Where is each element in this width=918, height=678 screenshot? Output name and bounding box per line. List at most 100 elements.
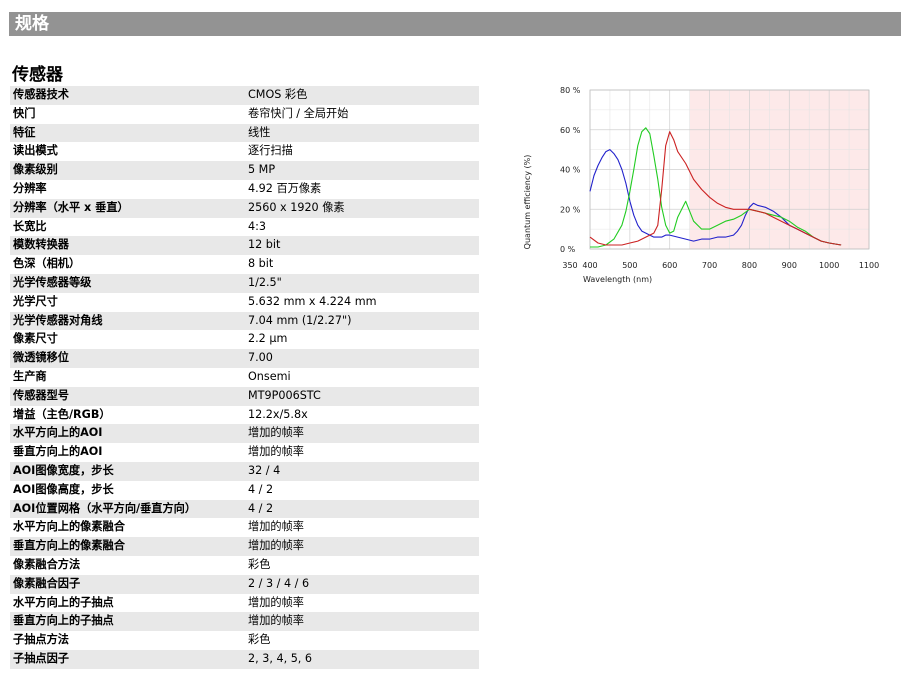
y-tick-label: 60 % <box>560 126 581 135</box>
spec-value: 增加的帧率 <box>248 614 304 628</box>
spec-value: 增加的帧率 <box>248 426 304 440</box>
y-tick-label: 0 % <box>560 245 576 254</box>
spec-key: 读出模式 <box>13 144 58 158</box>
spec-key: AOI图像宽度，步长 <box>13 463 114 477</box>
spec-key: 像素融合因子 <box>13 576 81 590</box>
spec-key: 水平方向上的AOI <box>13 426 103 440</box>
x-tick-label: 800 <box>742 261 757 270</box>
spec-value: 7.00 <box>248 351 273 365</box>
spec-key: 长宽比 <box>13 219 47 233</box>
spec-value: 彩色 <box>248 633 271 647</box>
x-tick-label: 500 <box>622 261 637 270</box>
section-header-bar: 规格 <box>9 12 901 36</box>
quantum-efficiency-chart: 0 % 20 % 40 % 60 % 80 % 350 400 500 600 700 800 900… <box>520 80 900 290</box>
spec-table: 传感器技术 CMOS 彩色 快门 卷帘快门 / 全局开始特征 线性读出模式 逐行扫描像素级… <box>10 86 479 669</box>
spec-value: 5 MP <box>248 163 276 177</box>
spec-key: 子抽点因子 <box>13 651 69 665</box>
spec-row: 像素融合因子 2 / 3 / 4 / 6 <box>10 574 479 594</box>
spec-value: 增加的帧率 <box>248 595 304 609</box>
spec-key: 色深（相机） <box>13 257 81 271</box>
spec-value: 2560 x 1920 像素 <box>248 200 345 214</box>
sensor-section-title: 传感器 <box>12 65 63 85</box>
spec-row: 特征 线性 <box>10 123 479 143</box>
y-tick-label: 40 % <box>560 166 581 175</box>
y-tick-label: 80 % <box>560 86 581 95</box>
y-axis-label: Quantum efficiency (%) <box>523 155 532 250</box>
spec-value: 增加的帧率 <box>248 539 304 553</box>
spec-value: 4 / 2 <box>248 482 274 496</box>
spec-value: 12.2x/5.8x <box>248 407 308 421</box>
spec-row: 水平方向上的AOI 增加的帧率 <box>10 424 479 444</box>
x-tick-label: 700 <box>702 261 717 270</box>
spec-key: 像素级别 <box>13 163 58 177</box>
spec-row: 增益（主色/RGB） 12.2x/5.8x <box>10 406 479 425</box>
spec-key: 增益（主色/RGB） <box>13 407 111 421</box>
spec-value: CMOS 彩色 <box>248 88 308 101</box>
spec-row: AOI图像宽度，步长 32 / 4 <box>10 461 479 481</box>
spec-row: 传感器技术 CMOS 彩色 <box>10 86 479 105</box>
spec-value: 4:3 <box>248 219 267 233</box>
x-tick-label: 400 <box>582 261 597 270</box>
spec-row: 分辨率（水平 x 垂直） 2560 x 1920 像素 <box>10 198 479 218</box>
spec-row: 像素融合方法 彩色 <box>10 556 479 575</box>
spec-row: 传感器型号 MT9P006STC <box>10 386 479 406</box>
spec-row: 水平方向上的像素融合 增加的帧率 <box>10 518 479 537</box>
spec-key: 传感器型号 <box>13 388 69 402</box>
x-tick-label: 1000 <box>819 261 839 270</box>
spec-row: 模数转换器 12 bit <box>10 236 479 256</box>
spec-value: 卷帘快门 / 全局开始 <box>248 106 349 120</box>
spec-row: 子抽点方法 彩色 <box>10 631 479 650</box>
x-tick-label: 600 <box>662 261 677 270</box>
spec-row: 微透镜移位 7.00 <box>10 349 479 368</box>
spec-value: 5.632 mm x 4.224 mm <box>248 294 377 308</box>
spec-value: 增加的帧率 <box>248 520 304 534</box>
spec-value: 2 / 3 / 4 / 6 <box>248 576 310 590</box>
spec-key: 垂直方向上的像素融合 <box>13 539 125 553</box>
spec-key: 垂直方向上的子抽点 <box>13 614 114 628</box>
spec-value: 线性 <box>248 125 271 139</box>
spec-row: 垂直方向上的AOI 增加的帧率 <box>10 443 479 462</box>
spec-row: 读出模式 逐行扫描 <box>10 142 479 161</box>
spec-value: Onsemi <box>248 369 291 383</box>
section-header-title: 规格 <box>15 14 49 34</box>
spec-value: 彩色 <box>248 557 271 571</box>
spec-value: 逐行扫描 <box>248 144 293 158</box>
spec-key: 子抽点方法 <box>13 633 69 647</box>
spec-value: 8 bit <box>248 257 274 271</box>
spec-key: 水平方向上的子抽点 <box>13 595 114 609</box>
spec-key: 特征 <box>13 125 36 139</box>
spec-key: 快门 <box>13 106 36 120</box>
spec-row: 像素级别 5 MP <box>10 161 479 180</box>
spec-value: 增加的帧率 <box>248 445 304 459</box>
spec-key: 水平方向上的像素融合 <box>13 520 125 534</box>
spec-row: 子抽点因子 2, 3, 4, 5, 6 <box>10 649 479 669</box>
spec-row: 色深（相机） 8 bit <box>10 255 479 274</box>
x-tick-label: 350 <box>562 261 577 270</box>
spec-row: AOI图像高度，步长 4 / 2 <box>10 481 479 500</box>
spec-value: 1/2.5" <box>248 275 282 289</box>
spec-key: 模数转换器 <box>13 238 69 252</box>
spec-value: 12 bit <box>248 238 281 252</box>
x-tick-label: 900 <box>782 261 797 270</box>
spec-key: 像素融合方法 <box>13 557 81 571</box>
spec-key: 微透镜移位 <box>13 351 69 365</box>
spec-key: 垂直方向上的AOI <box>13 445 103 459</box>
spec-value: MT9P006STC <box>248 388 321 402</box>
spec-row: 光学尺寸 5.632 mm x 4.224 mm <box>10 293 479 312</box>
spec-key: 像素尺寸 <box>13 332 58 346</box>
x-axis-label: Wavelength (nm) <box>583 275 652 284</box>
spec-value: 2, 3, 4, 5, 6 <box>248 651 313 665</box>
spec-row: 分辨率 4.92 百万像素 <box>10 180 479 199</box>
spec-value: 32 / 4 <box>248 463 281 477</box>
spec-key: 光学传感器对角线 <box>13 313 103 327</box>
spec-key: 分辨率 <box>13 181 47 195</box>
spec-key: AOI图像高度，步长 <box>13 482 114 496</box>
spec-value: 4 / 2 <box>248 501 274 515</box>
spec-row: 生产商 Onsemi <box>10 368 479 387</box>
spec-key: AOI位置网格（水平方向/垂直方向） <box>13 501 197 515</box>
spec-row: 垂直方向上的像素融合 增加的帧率 <box>10 537 479 556</box>
x-tick-label: 1100 <box>859 261 879 270</box>
qe-chart-svg: 0 % 20 % 40 % 60 % 80 % 350 400 500 600 700 800 900… <box>523 86 879 284</box>
spec-row: 水平方向上的子抽点 增加的帧率 <box>10 594 479 613</box>
spec-row: 光学传感器对角线 7.04 mm (1/2.27") <box>10 311 479 331</box>
